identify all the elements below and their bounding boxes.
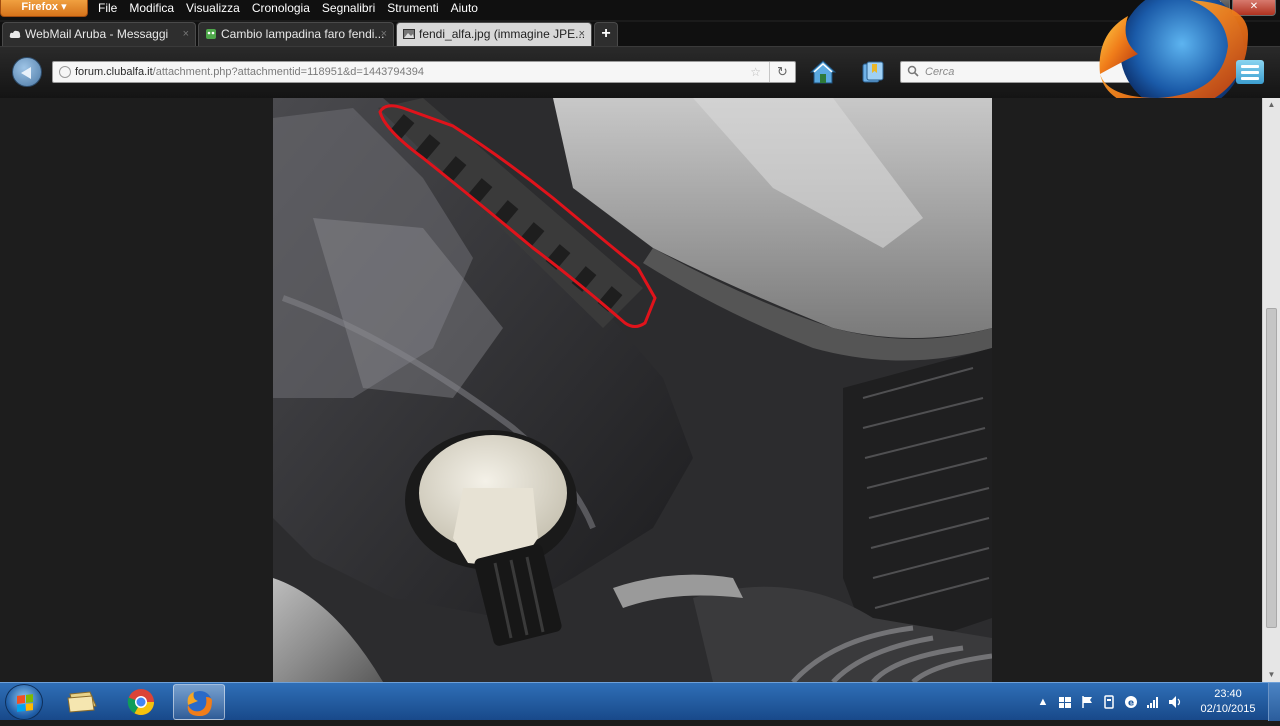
menu-file[interactable]: File: [98, 0, 117, 18]
volume-icon[interactable]: [1168, 695, 1182, 709]
close-window-button[interactable]: ✕: [1232, 0, 1276, 16]
bookmark-star-icon[interactable]: ☆: [750, 62, 761, 82]
menu-cronologia[interactable]: Cronologia: [252, 0, 310, 18]
tab-label: Cambio lampadina faro fendi...: [221, 27, 385, 41]
search-icon: [907, 65, 919, 77]
menu-modifica[interactable]: Modifica: [129, 0, 174, 18]
minimize-button[interactable]: ▁: [1176, 0, 1202, 16]
maximize-button[interactable]: ❐: [1204, 0, 1230, 16]
chrome-icon: [127, 689, 155, 716]
vertical-scrollbar[interactable]: ▲ ▼: [1262, 98, 1280, 682]
new-tab-button[interactable]: +: [594, 22, 618, 46]
clock-time: 23:40: [1214, 688, 1242, 700]
adblock-icon[interactable]: ABP: [1174, 64, 1190, 80]
scroll-down-arrow-icon[interactable]: ▼: [1263, 668, 1280, 682]
start-button[interactable]: [5, 684, 43, 720]
tab-close-icon[interactable]: ×: [183, 23, 189, 45]
navigation-bar: forum.clubalfa.it/attachment.php?attachm…: [0, 46, 1280, 98]
bookmarks-icon[interactable]: [860, 59, 886, 85]
home-icon[interactable]: [810, 59, 836, 85]
show-desktop-button[interactable]: [1268, 683, 1280, 721]
windows-taskbar: ▲ e 23:40 02/10/2015: [0, 682, 1280, 721]
clock-date: 02/10/2015: [1200, 703, 1256, 715]
svg-text:e: e: [1128, 699, 1134, 709]
tab-label: WebMail Aruba - Messaggi: [25, 27, 169, 41]
image-icon: [403, 29, 415, 39]
extension-dot-icon[interactable]: [1201, 68, 1209, 76]
scrollbar-thumb[interactable]: [1266, 308, 1277, 628]
taskbar-chrome[interactable]: [115, 684, 167, 720]
menu-segnalibri[interactable]: Segnalibri: [322, 0, 375, 18]
back-button[interactable]: [12, 57, 42, 87]
title-bar: Firefox ▾ File Modifica Visualizza Crono…: [0, 0, 1280, 20]
open-menu-button[interactable]: [1236, 60, 1264, 84]
menu-bar: File Modifica Visualizza Cronologia Segn…: [98, 0, 478, 18]
files-icon: [67, 691, 97, 713]
forum-icon: [206, 29, 216, 39]
tab-close-icon[interactable]: ×: [381, 23, 387, 45]
browser-tray-icon[interactable]: e: [1124, 695, 1138, 709]
network-signal-icon[interactable]: [1146, 695, 1160, 709]
search-bar[interactable]: Cerca: [900, 61, 1158, 83]
scroll-up-arrow-icon[interactable]: ▲: [1263, 98, 1280, 112]
windows-logo-icon: [17, 694, 33, 712]
reload-button[interactable]: ↻: [769, 62, 795, 82]
globe-icon: [59, 66, 71, 78]
tab-label: fendi_alfa.jpg (immagine JPE...: [419, 27, 586, 41]
car-engine-photo: [273, 98, 992, 682]
url-path: /attachment.php?attachmentid=118951&d=14…: [152, 66, 425, 78]
url-host: forum.clubalfa.it: [75, 66, 153, 78]
tab-close-icon[interactable]: ×: [579, 23, 585, 45]
tab-image-active[interactable]: fendi_alfa.jpg (immagine JPE... ×: [396, 22, 592, 46]
url-text: forum.clubalfa.it/attachment.php?attachm…: [75, 62, 424, 82]
cloud-icon: [9, 30, 21, 38]
menu-aiuto[interactable]: Aiuto: [451, 0, 478, 18]
firefox-icon: [187, 691, 212, 717]
url-bar[interactable]: forum.clubalfa.it/attachment.php?attachm…: [52, 61, 796, 83]
tab-webmail[interactable]: WebMail Aruba - Messaggi ×: [2, 22, 196, 46]
menu-visualizza[interactable]: Visualizza: [186, 0, 240, 18]
taskbar-files[interactable]: [56, 684, 108, 720]
menu-strumenti[interactable]: Strumenti: [387, 0, 438, 18]
tab-forum[interactable]: Cambio lampadina faro fendi... ×: [198, 22, 394, 46]
action-center-flag-icon[interactable]: [1080, 695, 1094, 709]
tray-expand-arrow-icon[interactable]: ▲: [1036, 695, 1050, 709]
window-controls: ▁ ❐ ✕: [1176, 0, 1276, 16]
taskbar-clock[interactable]: 23:40 02/10/2015: [1196, 687, 1260, 717]
tab-strip: WebMail Aruba - Messaggi × Cambio lampad…: [0, 22, 1280, 46]
firefox-menu-button[interactable]: Firefox ▾: [0, 0, 88, 17]
windows-update-icon[interactable]: [1058, 695, 1072, 709]
taskbar-firefox[interactable]: [173, 684, 225, 720]
device-icon[interactable]: [1102, 695, 1116, 709]
page-content: [0, 98, 1262, 682]
search-placeholder: Cerca: [925, 66, 955, 78]
